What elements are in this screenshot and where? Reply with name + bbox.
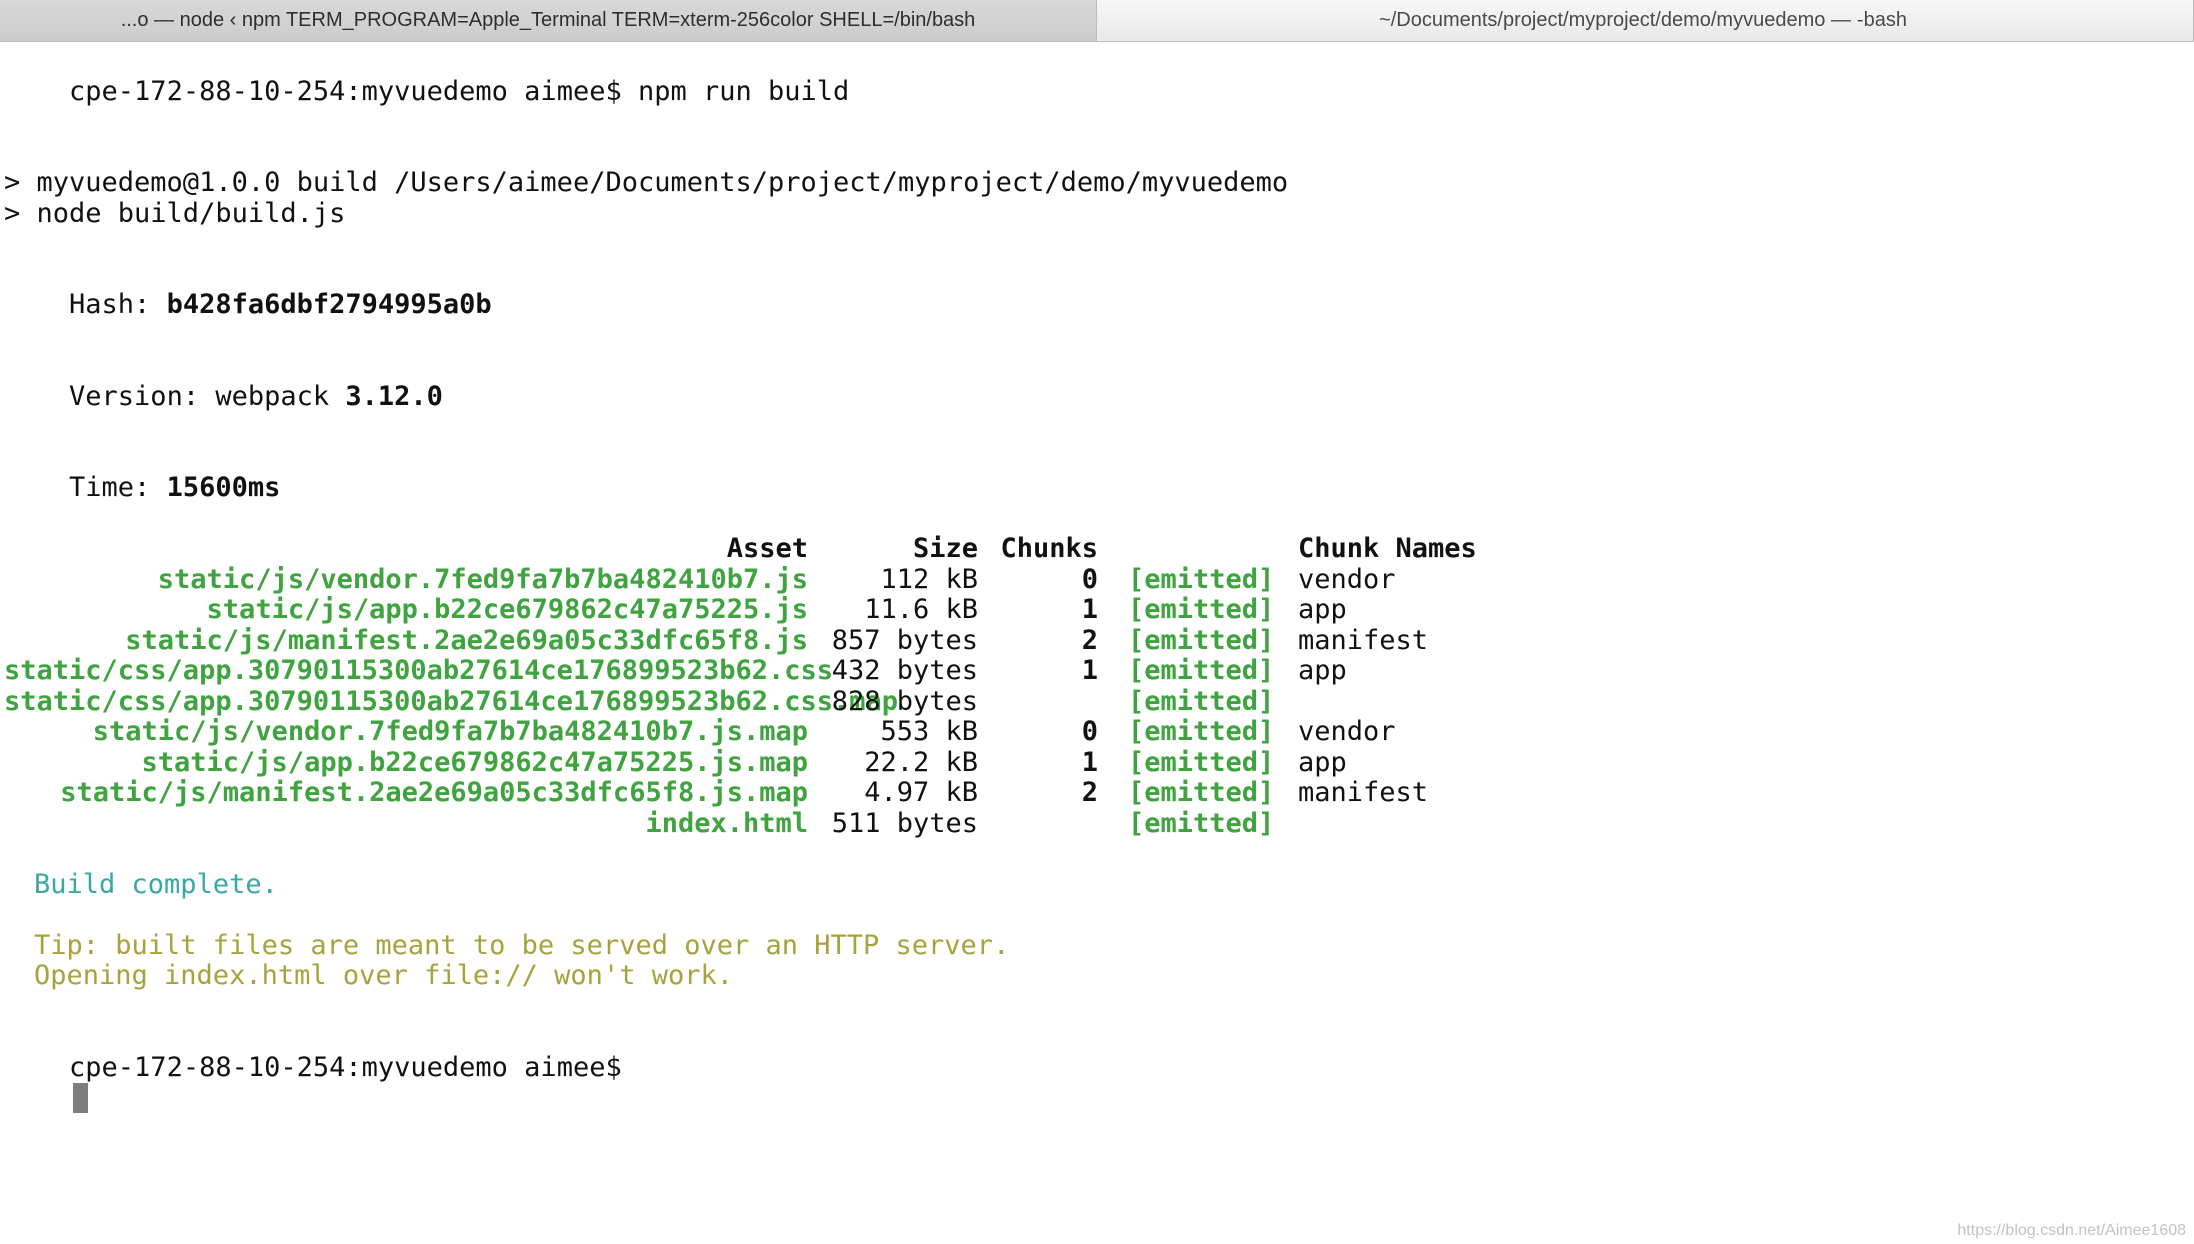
size-cell: 4.97 kB [814, 778, 984, 809]
webpack-hash-line: Hash: b428fa6dbf2794995a0b [4, 260, 2190, 352]
size-cell: 828 bytes [814, 687, 984, 718]
col-name-header: Chunk Names [1274, 534, 2190, 565]
col-chunks-header: Chunks [984, 534, 1104, 565]
col-size-header: Size [814, 534, 984, 565]
tab-title: ...o — node ‹ npm TERM_PROGRAM=Apple_Ter… [121, 9, 976, 32]
asset-cell: static/js/app.b22ce679862c47a75225.js [4, 595, 814, 626]
size-cell: 857 bytes [814, 626, 984, 657]
asset-table-row: static/css/app.30790115300ab27614ce17689… [4, 687, 2190, 718]
shell-prompt: cpe-172-88-10-254:myvuedemo aimee$ [69, 1052, 622, 1083]
blank-line [4, 839, 2190, 870]
asset-table: Asset Size Chunks Chunk Names static/js/… [4, 534, 2190, 839]
terminal-tabbar: ...o — node ‹ npm TERM_PROGRAM=Apple_Ter… [0, 0, 2194, 42]
blank-line [4, 900, 2190, 931]
webpack-time-line: Time: 15600ms [4, 443, 2190, 535]
emitted-cell: [emitted] [1104, 626, 1274, 657]
chunks-cell: 1 [984, 595, 1104, 626]
asset-table-row: static/css/app.30790115300ab27614ce17689… [4, 656, 2190, 687]
npm-script-line: > myvuedemo@1.0.0 build /Users/aimee/Doc… [4, 168, 2190, 199]
webpack-version-line: Version: webpack 3.12.0 [4, 351, 2190, 443]
cursor-block-icon [73, 1083, 88, 1113]
asset-table-row: static/js/app.b22ce679862c47a75225.js11.… [4, 595, 2190, 626]
tip-line: Tip: built files are meant to be served … [4, 931, 2190, 962]
asset-cell: static/css/app.30790115300ab27614ce17689… [4, 656, 814, 687]
blank-line [4, 229, 2190, 260]
col-emit-header [1104, 534, 1274, 565]
size-cell: 112 kB [814, 565, 984, 596]
tab-title-shell: -bash [1857, 9, 1907, 32]
tip-line: Opening index.html over file:// won't wo… [4, 961, 2190, 992]
prompt-line: cpe-172-88-10-254:myvuedemo aimee$ npm r… [4, 46, 2190, 138]
entered-command: npm run build [638, 76, 849, 107]
asset-table-row: static/js/vendor.7fed9fa7b7ba482410b7.js… [4, 565, 2190, 596]
emitted-cell: [emitted] [1104, 656, 1274, 687]
emitted-cell: [emitted] [1104, 778, 1274, 809]
chunk-name-cell: vendor [1274, 565, 2190, 596]
terminal-tab-right[interactable]: ~/Documents/project/myproject/demo/myvue… [1097, 0, 2194, 41]
emitted-cell: [emitted] [1104, 717, 1274, 748]
blank-line [4, 992, 2190, 1023]
asset-table-row: index.html511 bytes [emitted] [4, 809, 2190, 840]
asset-table-row: static/js/manifest.2ae2e69a05c33dfc65f8.… [4, 626, 2190, 657]
size-cell: 511 bytes [814, 809, 984, 840]
watermark-text: https://blog.csdn.net/Aimee1608 [1957, 1222, 2186, 1240]
chunks-cell: 0 [984, 565, 1104, 596]
asset-table-row: static/js/vendor.7fed9fa7b7ba482410b7.js… [4, 717, 2190, 748]
chunk-name-cell: app [1274, 595, 2190, 626]
chunks-cell [984, 687, 1104, 718]
asset-cell: static/js/app.b22ce679862c47a75225.js.ma… [4, 748, 814, 779]
chunks-cell [984, 809, 1104, 840]
size-cell: 432 bytes [814, 656, 984, 687]
size-cell: 11.6 kB [814, 595, 984, 626]
asset-table-row: static/js/app.b22ce679862c47a75225.js.ma… [4, 748, 2190, 779]
asset-table-row: static/js/manifest.2ae2e69a05c33dfc65f8.… [4, 778, 2190, 809]
version-label: Version: webpack [69, 381, 345, 412]
build-complete-line: Build complete. [4, 870, 2190, 901]
asset-table-header: Asset Size Chunks Chunk Names [4, 534, 2190, 565]
asset-cell: static/js/manifest.2ae2e69a05c33dfc65f8.… [4, 626, 814, 657]
asset-cell: static/css/app.30790115300ab27614ce17689… [4, 687, 814, 718]
chunks-cell: 1 [984, 748, 1104, 779]
size-cell: 22.2 kB [814, 748, 984, 779]
npm-script-line: > node build/build.js [4, 199, 2190, 230]
hash-label: Hash: [69, 289, 167, 320]
col-asset-header: Asset [4, 534, 814, 565]
size-cell: 553 kB [814, 717, 984, 748]
prompt-line: cpe-172-88-10-254:myvuedemo aimee$ [4, 1022, 2190, 1146]
time-label: Time: [69, 472, 167, 503]
chunk-name-cell: app [1274, 656, 2190, 687]
asset-cell: index.html [4, 809, 814, 840]
asset-cell: static/js/vendor.7fed9fa7b7ba482410b7.js [4, 565, 814, 596]
chunks-cell: 2 [984, 626, 1104, 657]
time-value: 15600ms [167, 472, 281, 503]
chunk-name-cell [1274, 687, 2190, 718]
emitted-cell: [emitted] [1104, 687, 1274, 718]
chunk-name-cell: manifest [1274, 626, 2190, 657]
shell-prompt: cpe-172-88-10-254:myvuedemo aimee$ [69, 76, 638, 107]
hash-value: b428fa6dbf2794995a0b [167, 289, 492, 320]
chunks-cell: 2 [984, 778, 1104, 809]
chunk-name-cell: app [1274, 748, 2190, 779]
chunk-name-cell: manifest [1274, 778, 2190, 809]
chunk-name-cell [1274, 809, 2190, 840]
chunks-cell: 1 [984, 656, 1104, 687]
emitted-cell: [emitted] [1104, 748, 1274, 779]
version-value: 3.12.0 [345, 381, 443, 412]
asset-cell: static/js/manifest.2ae2e69a05c33dfc65f8.… [4, 778, 814, 809]
terminal-body[interactable]: cpe-172-88-10-254:myvuedemo aimee$ npm r… [0, 42, 2194, 1146]
chunks-cell: 0 [984, 717, 1104, 748]
emitted-cell: [emitted] [1104, 809, 1274, 840]
emitted-cell: [emitted] [1104, 565, 1274, 596]
blank-line [4, 138, 2190, 169]
chunk-name-cell: vendor [1274, 717, 2190, 748]
emitted-cell: [emitted] [1104, 595, 1274, 626]
asset-cell: static/js/vendor.7fed9fa7b7ba482410b7.js… [4, 717, 814, 748]
tab-title-path: ~/Documents/project/myproject/demo/myvue… [1379, 9, 1851, 32]
terminal-tab-left[interactable]: ...o — node ‹ npm TERM_PROGRAM=Apple_Ter… [0, 0, 1097, 41]
